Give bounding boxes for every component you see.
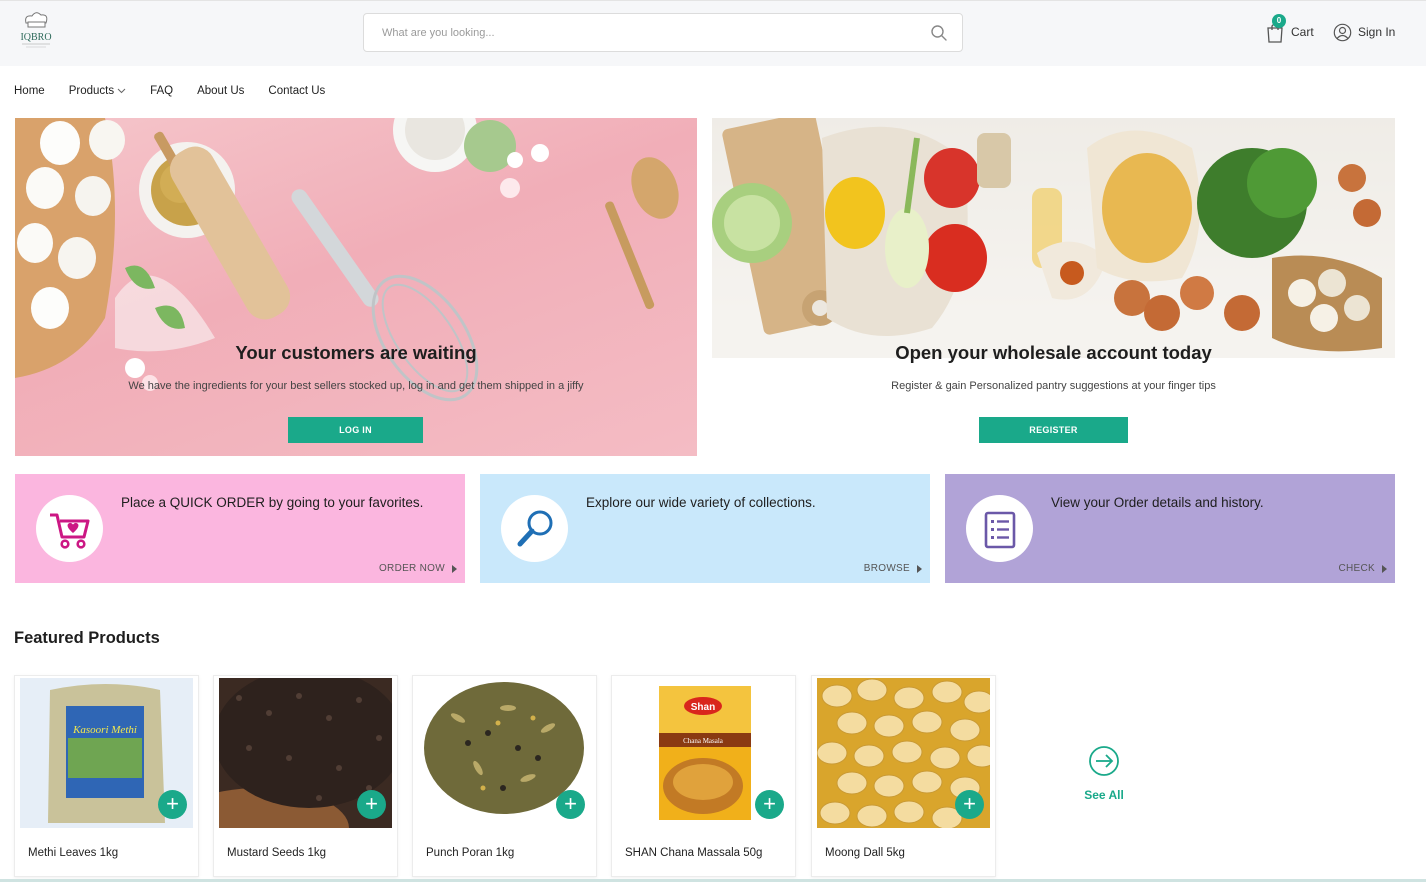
cart-heart-icon	[49, 513, 89, 549]
nav-home-label: Home	[14, 85, 45, 97]
add-to-cart-button[interactable]: +	[357, 790, 386, 819]
product-card[interactable]: Shan Chana Masala + SHAN Chana Massala 5…	[611, 675, 796, 877]
hero-register-title: Open your wholesale account today	[895, 342, 1212, 363]
nav-home[interactable]: Home	[14, 85, 45, 97]
order-now-label: ORDER NOW	[378, 563, 445, 574]
groceries-illustration	[712, 118, 1395, 358]
product-name: Moong Dall 5kg	[825, 847, 905, 859]
product-name: Mustard Seeds 1kg	[227, 847, 327, 859]
see-all-link[interactable]: See All	[1079, 745, 1129, 802]
order-history-icon-circle	[966, 495, 1033, 562]
nav-faq-label: FAQ	[150, 85, 174, 97]
page: IQBRO 0 Cart	[0, 0, 1426, 882]
brand-name: IQBRO	[20, 32, 51, 43]
order-history-text: View your Order details and history.	[1051, 495, 1264, 510]
shan-package-label: Chana Masala	[683, 737, 724, 745]
nav-contact-us[interactable]: Contact Us	[268, 85, 325, 97]
hero-register-subtitle: Register & gain Personalized pantry sugg…	[891, 380, 1216, 392]
order-list-icon	[984, 511, 1015, 548]
login-button[interactable]: LOG IN	[288, 417, 423, 443]
search-input[interactable]	[364, 14, 924, 51]
product-card[interactable]: Kasoori Methi + Methi Leaves 1kg	[14, 675, 199, 877]
featured-products-title: Featured Products	[14, 629, 160, 647]
caret-right-icon	[917, 564, 922, 573]
browse-icon-circle	[501, 495, 568, 562]
browse-text: Explore our wide variety of collections.	[586, 495, 816, 510]
browse-card[interactable]: Explore our wide variety of collections.…	[480, 474, 930, 583]
add-to-cart-button[interactable]: +	[955, 790, 984, 819]
user-icon	[1333, 23, 1352, 41]
product-card[interactable]: + Mustard Seeds 1kg	[213, 675, 398, 877]
product-name: Methi Leaves 1kg	[28, 847, 119, 859]
nav-products[interactable]: Products	[69, 85, 126, 97]
nav-faq[interactable]: FAQ	[150, 85, 173, 97]
brand-logo[interactable]: IQBRO	[14, 9, 58, 57]
quick-order-card[interactable]: Place a QUICK ORDER by going to your fav…	[15, 474, 465, 583]
order-now-link[interactable]: ORDER NOW	[379, 563, 457, 574]
sign-in-label: Sign In	[1358, 25, 1396, 39]
order-history-card[interactable]: View your Order details and history. CHE…	[945, 474, 1395, 583]
sign-in-button[interactable]: Sign In	[1333, 21, 1395, 43]
hero-login-title: Your customers are waiting	[235, 342, 477, 363]
cart-bag: 0	[1265, 14, 1286, 43]
cart-label: Cart	[1291, 25, 1314, 39]
nav-products-label: Products	[68, 85, 115, 97]
nav-about-us[interactable]: About Us	[197, 85, 244, 97]
shan-package-brand: Shan	[691, 702, 715, 713]
methi-package-label: Kasoori Methi	[72, 724, 137, 736]
add-to-cart-button[interactable]: +	[556, 790, 585, 819]
product-card[interactable]: + Moong Dall 5kg	[811, 675, 996, 877]
product-card[interactable]: + Punch Poran 1kg	[412, 675, 597, 877]
register-button[interactable]: REGISTER	[979, 417, 1128, 443]
arrow-right-circle-icon	[1089, 746, 1119, 776]
cart-count-badge: 0	[1272, 14, 1286, 28]
add-to-cart-button[interactable]: +	[158, 790, 187, 819]
see-all-label: See All	[1084, 788, 1124, 802]
hero-login-subtitle: We have the ingredients for your best se…	[128, 380, 584, 392]
hero-banner-login: Your customers are waiting We have the i…	[15, 118, 697, 456]
quick-order-icon-circle	[36, 495, 103, 562]
header: IQBRO 0 Cart	[0, 0, 1426, 66]
caret-right-icon	[452, 564, 457, 573]
search-box	[363, 13, 963, 52]
browse-link[interactable]: BROWSE	[864, 563, 922, 574]
quick-order-text: Place a QUICK ORDER by going to your fav…	[121, 495, 424, 510]
magnifier-icon	[517, 510, 552, 546]
hero-banner-register: Open your wholesale account today Regist…	[712, 118, 1395, 456]
main-nav: Home Products FAQ About Us Contact Us	[14, 82, 349, 100]
check-label: CHECK	[1338, 563, 1375, 574]
product-name: SHAN Chana Massala 50g	[625, 847, 763, 859]
caret-right-icon	[1382, 564, 1387, 573]
check-link[interactable]: CHECK	[1338, 563, 1387, 574]
cart-button[interactable]: 0 Cart	[1265, 14, 1314, 47]
search-icon[interactable]	[930, 24, 948, 42]
browse-label: BROWSE	[863, 563, 910, 574]
nav-about-label: About Us	[197, 85, 245, 97]
nav-contact-label: Contact Us	[268, 85, 326, 97]
baking-ingredients-illustration	[15, 118, 679, 402]
add-to-cart-button[interactable]: +	[755, 790, 784, 819]
chevron-down-icon	[117, 88, 126, 94]
product-name: Punch Poran 1kg	[426, 847, 515, 859]
